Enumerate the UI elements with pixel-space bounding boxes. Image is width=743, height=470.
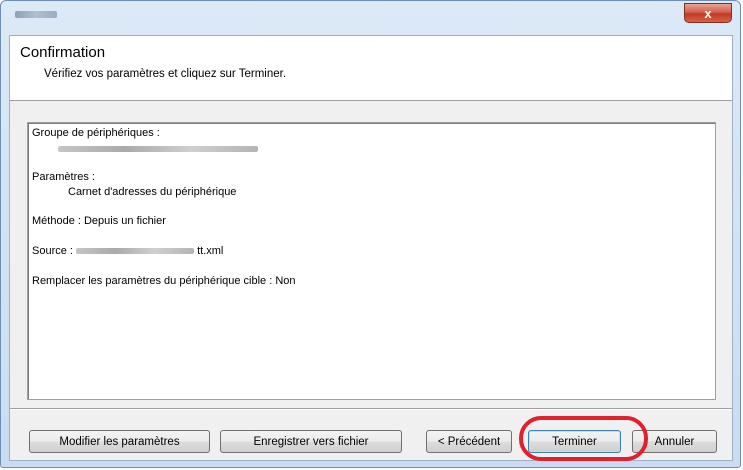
page-title: Confirmation [20,44,106,61]
finish-button[interactable]: Terminer [528,430,621,453]
previous-button[interactable]: < Précédent [426,430,512,453]
close-button[interactable]: x [684,3,732,23]
settings-summary-box[interactable]: Groupe de périphériques : Paramètres : C… [27,122,716,400]
dialog-window: x Confirmation Vérifiez vos paramètres e… [0,0,741,468]
modify-settings-button[interactable]: Modifier les paramètres [29,430,210,453]
page-subtitle: Vérifiez vos paramètres et cliquez sur T… [44,68,287,80]
close-icon: x [704,5,712,21]
dialog-client-area: Confirmation Vérifiez vos paramètres et … [9,35,733,461]
source-path-redacted [76,248,195,255]
save-to-file-button[interactable]: Enregistrer vers fichier [220,430,402,453]
cancel-button[interactable]: Annuler [632,430,717,453]
title-bar[interactable]: x [1,1,740,35]
replace-settings-text: Remplacer les paramètres du périphérique… [32,275,296,287]
device-group-value-redacted [58,143,258,155]
method-text: Méthode : Depuis un fichier [32,215,166,227]
source-label: Source : [32,245,73,257]
device-group-label: Groupe de périphériques : [32,127,160,139]
source-filename-suffix: tt.xml [197,245,224,257]
button-separator [10,408,732,410]
wizard-header: Confirmation Vérifiez vos paramètres et … [10,36,732,101]
parameters-value: Carnet d'adresses du périphérique [68,186,237,198]
window-title-redacted [15,11,57,18]
parameters-label: Paramètres : [32,171,95,183]
source-line: Source : tt.xml [32,245,223,257]
